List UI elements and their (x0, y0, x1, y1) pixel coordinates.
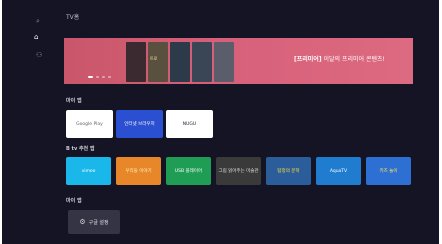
section-my-apps-label: 마이 앱 (66, 98, 82, 104)
poster-title: 트로 (150, 56, 158, 61)
app-label: 키즈 놀이 (379, 169, 398, 174)
carousel-dot[interactable] (102, 76, 105, 78)
page-title: TV홈 (66, 14, 80, 21)
app-label: 인터넷 브라우저 (124, 122, 155, 127)
section-recommended-label: B tv 추천 앱 (66, 146, 95, 152)
app-label: NUGU (182, 121, 197, 127)
carousel-dot[interactable] (88, 76, 93, 78)
poster-5 (214, 42, 234, 82)
gear-icon: ⚙ (79, 218, 86, 226)
app-tile-nugu[interactable]: NUGU (166, 110, 213, 138)
carousel-dots (88, 76, 111, 78)
banner-tag: [프리미어] (294, 56, 322, 63)
app-tile-google-play[interactable]: Google Play (66, 110, 113, 138)
app-tile-art-museum[interactable]: 그림 읽어주는 미술관 (216, 157, 261, 185)
app-tile-internet-browser[interactable]: 인터넷 브라우저 (116, 110, 163, 138)
app-label: Google Play (76, 121, 103, 127)
home-icon[interactable]: ⌂ (34, 34, 38, 41)
section-more-label: 마이 앱 (66, 198, 82, 204)
banner-text: 이달의 프리미어 콘텐츠! (323, 56, 385, 63)
app-tile-story[interactable]: 우리들 이야기 (116, 157, 161, 185)
app-label: USB 플레이어 (174, 169, 203, 174)
tv-home-screen: ⌕ ⌂ ⚇ TV홈 트로 [프리미어] 이달의 프리미어 콘텐츠! 마이 앱 G… (2, 0, 439, 244)
poster-1 (126, 42, 146, 82)
banner-headline: [프리미어] 이달의 프리미어 콘텐츠! (294, 54, 385, 63)
app-label: 탐정의 문학 (277, 169, 300, 174)
poster-2: 트로 (148, 42, 168, 82)
app-label: AquaTV (329, 168, 348, 174)
app-tile-usb-player[interactable]: USB 플레이어 (166, 157, 211, 185)
sidebar: ⌕ ⌂ ⚇ (2, 0, 50, 244)
app-tile-vimeo[interactable]: vimeo (66, 157, 111, 185)
carousel-dot[interactable] (108, 76, 111, 78)
premiere-banner[interactable]: 트로 [프리미어] 이달의 프리미어 콘텐츠! (64, 38, 413, 84)
app-label: 우리들 이야기 (125, 169, 152, 174)
user-icon[interactable]: ⚇ (36, 52, 42, 59)
app-tile-aquatv[interactable]: AquaTV (316, 157, 361, 185)
app-label: vimeo (81, 168, 96, 174)
carousel-dot[interactable] (96, 76, 99, 78)
app-tile-kids[interactable]: 키즈 놀이 (366, 157, 411, 185)
google-settings-button[interactable]: ⚙ 구글 설정 (68, 210, 120, 234)
app-label: 그림 읽어주는 미술관 (218, 169, 259, 174)
search-icon[interactable]: ⌕ (36, 18, 40, 25)
app-tile-detective[interactable]: 탐정의 문학 (266, 157, 311, 185)
poster-4 (192, 42, 212, 82)
poster-3 (170, 42, 190, 82)
settings-label: 구글 설정 (88, 219, 109, 226)
